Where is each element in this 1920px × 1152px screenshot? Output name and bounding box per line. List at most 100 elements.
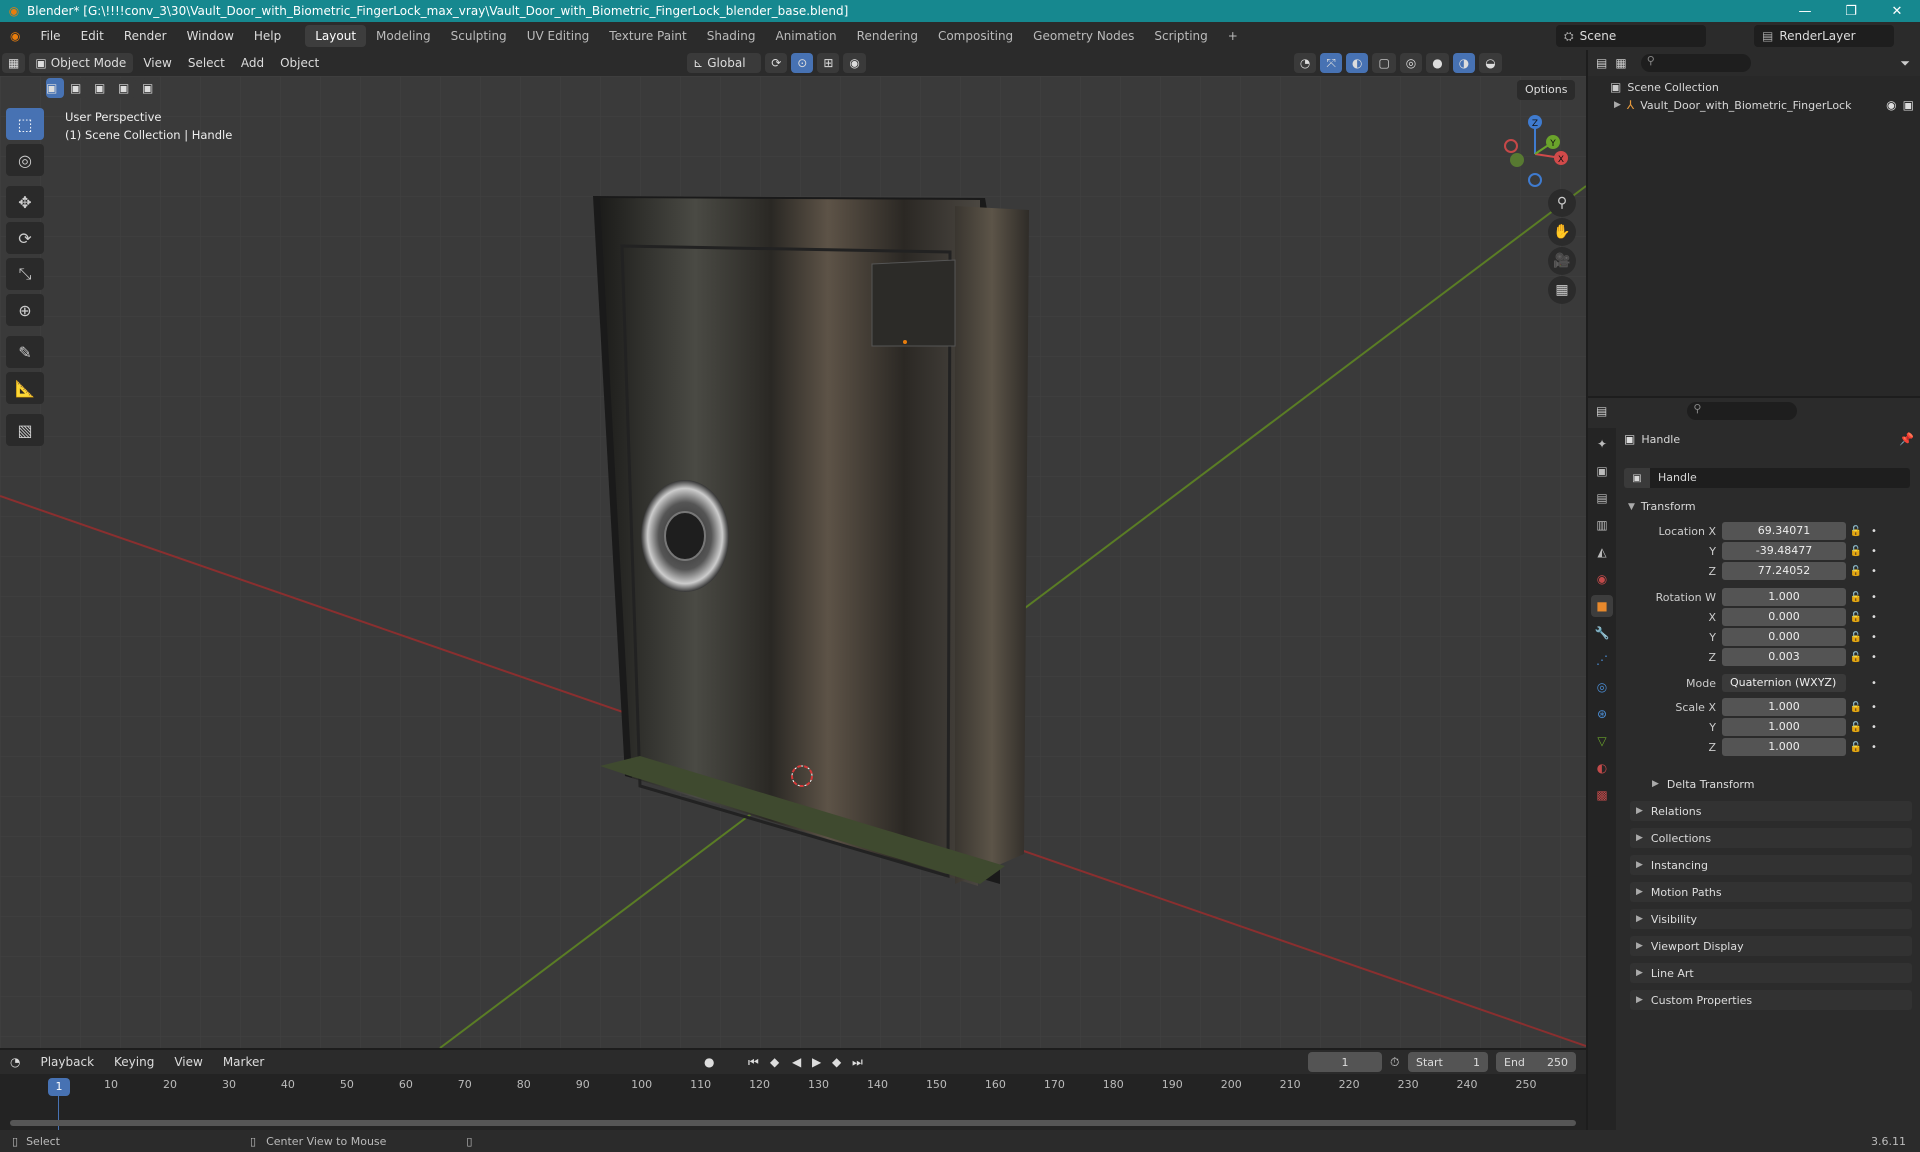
overlay-toggle-icon[interactable]: ◐: [1345, 53, 1369, 73]
keyframe-dot-icon[interactable]: •: [1866, 566, 1882, 577]
tab-layout[interactable]: Layout: [305, 25, 367, 47]
viewport-menu-view[interactable]: View: [135, 56, 179, 70]
keyframe-dot-icon[interactable]: •: [1866, 592, 1882, 603]
tab-texture-paint[interactable]: Texture Paint: [599, 25, 696, 47]
world-tab-icon[interactable]: ◉: [1591, 568, 1613, 590]
tab-animation[interactable]: Animation: [765, 25, 846, 47]
keyframe-dot-icon[interactable]: •: [1866, 526, 1882, 537]
record-icon[interactable]: ●: [704, 1055, 714, 1069]
scene-selector[interactable]: ⛭ Scene: [1556, 25, 1706, 47]
texture-tab-icon[interactable]: ▩: [1591, 784, 1613, 806]
tab-compositing[interactable]: Compositing: [928, 25, 1023, 47]
rotation-w-field[interactable]: 1.000: [1722, 588, 1846, 606]
rotation-y-field[interactable]: 0.000: [1722, 628, 1846, 646]
collections-section[interactable]: ▶ Collections: [1630, 828, 1912, 848]
object-type-dropdown[interactable]: ▣: [1624, 468, 1650, 488]
move-tool-icon[interactable]: ✥: [6, 186, 44, 218]
keyframe-dot-icon[interactable]: •: [1866, 652, 1882, 663]
view-layer-tab-icon[interactable]: ▥: [1591, 514, 1613, 536]
stopwatch-icon[interactable]: ⏱: [1390, 1055, 1399, 1070]
outliner-item[interactable]: ▶ ⅄ Vault_Door_with_Biometric_FingerLock…: [1614, 98, 1914, 112]
location-y-field[interactable]: -39.48477: [1722, 542, 1846, 560]
scale-tool-icon[interactable]: ⤡: [6, 258, 44, 290]
timeline-scrollbar[interactable]: [10, 1120, 1576, 1126]
tab-modeling[interactable]: Modeling: [366, 25, 441, 47]
display-mode-icon[interactable]: ▦: [1615, 56, 1626, 70]
play-icon[interactable]: ▶: [812, 1055, 821, 1069]
object-data-field[interactable]: ▣ Handle: [1624, 468, 1910, 488]
tab-rendering[interactable]: Rendering: [847, 25, 928, 47]
pan-hand-icon[interactable]: ✋: [1548, 218, 1576, 246]
render-camera-icon[interactable]: ▣: [1903, 98, 1914, 112]
data-tab-icon[interactable]: ▽: [1591, 730, 1613, 752]
rotation-z-field[interactable]: 0.003: [1722, 648, 1846, 666]
playhead[interactable]: 1: [48, 1078, 70, 1096]
keyframe-dot-icon[interactable]: •: [1866, 632, 1882, 643]
scale-z-field[interactable]: 1.000: [1722, 738, 1846, 756]
xray-toggle-icon[interactable]: ▢: [1372, 53, 1396, 73]
3d-viewport[interactable]: Z X Y User Perspective (1) Scene Collect…: [0, 76, 1586, 1048]
lock-icon[interactable]: 🔓: [1846, 632, 1866, 643]
gizmo-toggle-icon[interactable]: ⤧: [1320, 53, 1342, 73]
maximize-button[interactable]: ❐: [1828, 0, 1874, 22]
properties-search-input[interactable]: ⚲: [1687, 402, 1798, 420]
tab-geometry-nodes[interactable]: Geometry Nodes: [1023, 25, 1144, 47]
modifier-tab-icon[interactable]: 🔧: [1591, 622, 1613, 644]
editor-type-icon[interactable]: ▦: [2, 53, 26, 73]
visibility-icon[interactable]: ◔: [1293, 53, 1317, 73]
viewport-display-section[interactable]: ▶ Viewport Display: [1630, 936, 1912, 956]
render-layer-selector[interactable]: ▤ RenderLayer: [1754, 25, 1894, 47]
prev-keyframe-icon[interactable]: ◆: [770, 1055, 779, 1069]
menu-window[interactable]: Window: [177, 22, 244, 50]
transform-orientation-dropdown[interactable]: ⊾ Global: [687, 53, 762, 73]
viewport-menu-object[interactable]: Object: [272, 56, 327, 70]
transform-header[interactable]: ▼ Transform: [1628, 500, 1696, 513]
shading-solid-icon[interactable]: ●: [1426, 53, 1449, 73]
filter-icon[interactable]: ⏷: [1900, 56, 1910, 71]
scale-y-field[interactable]: 1.000: [1722, 718, 1846, 736]
delta-transform-section[interactable]: ▶ Delta Transform: [1646, 774, 1912, 794]
relations-section[interactable]: ▶ Relations: [1630, 801, 1912, 821]
scene-collection-row[interactable]: ▣ Scene Collection: [1610, 80, 1719, 94]
shading-wireframe-icon[interactable]: ◎: [1399, 53, 1423, 73]
lock-icon[interactable]: 🔓: [1846, 722, 1866, 733]
annotate-tool-icon[interactable]: ✎: [6, 336, 44, 368]
end-frame-field[interactable]: End 250: [1496, 1052, 1576, 1072]
rotate-tool-icon[interactable]: ⟳: [6, 222, 44, 254]
motion-paths-section[interactable]: ▶ Motion Paths: [1630, 882, 1912, 902]
minimize-button[interactable]: —: [1782, 0, 1828, 22]
scene-tab-icon[interactable]: ◭: [1591, 541, 1613, 563]
lock-icon[interactable]: 🔓: [1846, 592, 1866, 603]
shading-rendered-icon[interactable]: ◒: [1479, 53, 1502, 73]
object-data-name-field[interactable]: Handle: [1650, 468, 1910, 488]
cursor-tool-icon[interactable]: ◎: [6, 144, 44, 176]
mode-dropdown[interactable]: ▣ Object Mode: [29, 53, 134, 73]
outliner-editor-icon[interactable]: ▤: [1596, 56, 1607, 70]
location-z-field[interactable]: 77.24052: [1722, 562, 1846, 580]
transform-tool-icon[interactable]: ⊕: [6, 294, 44, 326]
keyframe-dot-icon[interactable]: •: [1866, 612, 1882, 623]
physics-tab-icon[interactable]: ◎: [1591, 676, 1613, 698]
tab-uv-editing[interactable]: UV Editing: [517, 25, 600, 47]
properties-editor-icon[interactable]: ▤: [1596, 404, 1607, 418]
output-tab-icon[interactable]: ▤: [1591, 487, 1613, 509]
eye-icon[interactable]: ◉: [1886, 98, 1896, 112]
line-art-section[interactable]: ▶ Line Art: [1630, 963, 1912, 983]
constraints-tab-icon[interactable]: ⊛: [1591, 703, 1613, 725]
add-workspace-button[interactable]: +: [1218, 25, 1248, 47]
timeline-menu-marker[interactable]: Marker: [213, 1048, 274, 1076]
timeline-menu-playback[interactable]: Playback: [30, 1048, 104, 1076]
menu-edit[interactable]: Edit: [71, 22, 114, 50]
keyframe-dot-icon[interactable]: •: [1866, 742, 1882, 753]
custom-properties-section[interactable]: ▶ Custom Properties: [1630, 990, 1912, 1010]
close-button[interactable]: ✕: [1874, 0, 1920, 22]
keyframe-dot-icon[interactable]: •: [1866, 702, 1882, 713]
tool-tab-icon[interactable]: ✦: [1591, 433, 1613, 455]
next-keyframe-icon[interactable]: ◆: [832, 1055, 841, 1069]
lock-icon[interactable]: 🔓: [1846, 526, 1866, 537]
lock-icon[interactable]: 🔓: [1846, 566, 1866, 577]
proportional-edit-icon[interactable]: ◉: [843, 53, 866, 73]
options-dropdown[interactable]: Options: [1517, 80, 1576, 100]
timeline-menu-view[interactable]: View: [164, 1048, 212, 1076]
object-tab-icon[interactable]: ■: [1591, 595, 1613, 617]
